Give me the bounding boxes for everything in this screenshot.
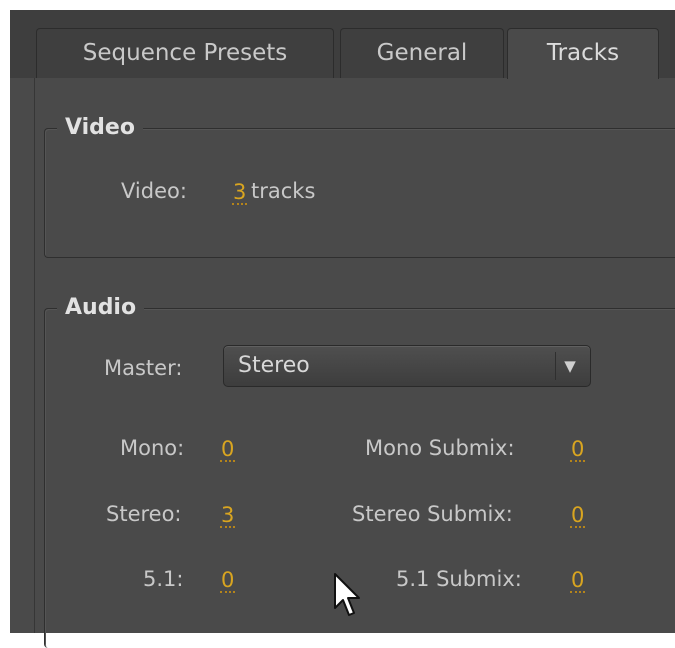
tab-tracks[interactable]: Tracks — [507, 28, 659, 79]
mouse-pointer-icon — [334, 573, 360, 616]
surround-label: 5.1: — [143, 567, 184, 591]
surround-value[interactable]: 0 — [220, 569, 236, 593]
tab-general[interactable]: General — [340, 28, 504, 78]
mono-value[interactable]: 0 — [220, 438, 236, 462]
stereo-label: Stereo: — [106, 502, 182, 526]
master-label: Master: — [104, 356, 183, 380]
stereo-submix-value[interactable]: 0 — [570, 504, 586, 528]
tab-bar: Sequence Presets General Tracks — [10, 10, 675, 79]
video-group: Video Video: 3 tracks — [44, 115, 675, 258]
video-tracks-value[interactable]: 3 — [232, 181, 248, 205]
video-group-title: Video — [57, 115, 143, 140]
dialog-frame: Sequence Presets General Tracks Video Vi… — [10, 10, 675, 648]
video-tracks-suffix: tracks — [251, 179, 316, 203]
stereo-value[interactable]: 3 — [220, 504, 236, 528]
master-select-value: Stereo — [238, 353, 310, 378]
mono-submix-label: Mono Submix: — [365, 436, 515, 460]
audio-group-title: Audio — [57, 295, 145, 320]
mono-label: Mono: — [120, 436, 185, 460]
master-select[interactable]: Stereo ▼ — [223, 345, 591, 387]
surround-submix-label: 5.1 Submix: — [396, 567, 522, 591]
surround-submix-value[interactable]: 0 — [570, 569, 586, 593]
chevron-down-icon[interactable]: ▼ — [555, 352, 584, 380]
mono-submix-value[interactable]: 0 — [570, 438, 586, 462]
video-tracks-label: Video: — [121, 179, 187, 203]
stereo-submix-label: Stereo Submix: — [352, 502, 513, 526]
tab-sequence-presets[interactable]: Sequence Presets — [36, 28, 334, 78]
